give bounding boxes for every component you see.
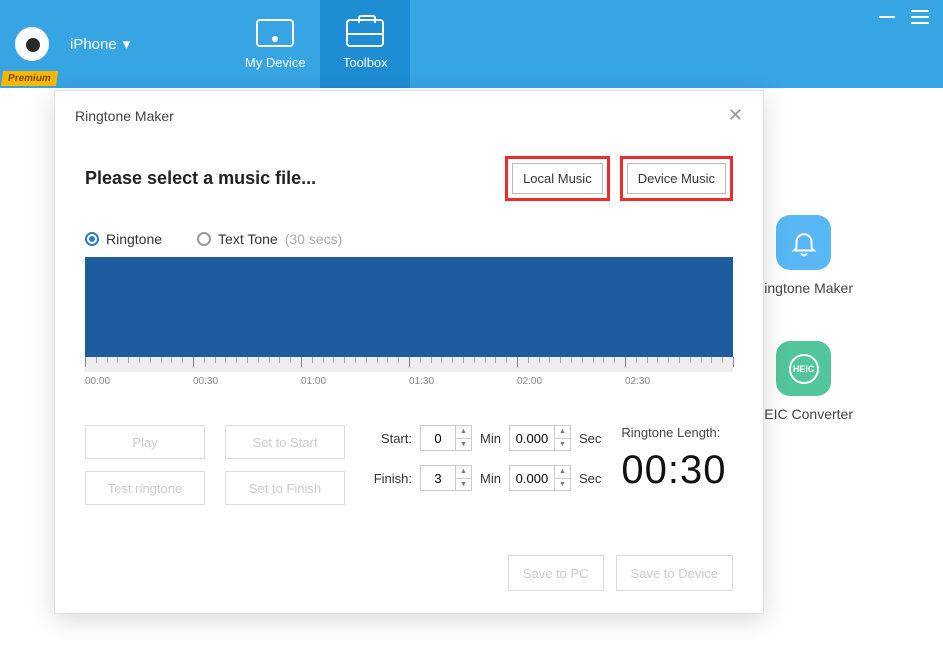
chevron-down-icon: ▾ — [123, 35, 131, 53]
music-source-buttons: Local Music Device Music — [505, 156, 733, 201]
start-label: Start: — [370, 431, 412, 446]
min-unit-2: Min — [480, 471, 501, 486]
start-min-input[interactable] — [421, 426, 455, 450]
set-finish-button[interactable]: Set to Finish — [225, 471, 345, 505]
local-music-button[interactable]: Local Music — [512, 163, 603, 194]
timeline-ruler — [85, 357, 733, 372]
app-ringtone-maker[interactable]: Ringtone Maker — [754, 215, 853, 296]
ringtone-length-value: 00:30 — [621, 448, 726, 493]
highlight-device-music: Device Music — [620, 156, 733, 201]
nav-toolbox[interactable]: Toolbox — [320, 0, 410, 88]
ringtone-maker-dialog: Ringtone Maker ✕ Please select a music f… — [54, 90, 764, 614]
time-tick-label: 01:30 — [409, 376, 434, 387]
radio-unchecked-icon — [197, 232, 211, 246]
radio-ringtone[interactable]: Ringtone — [85, 231, 162, 247]
sec-unit-2: Sec — [579, 471, 601, 486]
app-ringtone-maker-label: Ringtone Maker — [754, 280, 853, 296]
tone-type-radios: Ringtone Text Tone (30 secs) — [85, 231, 733, 247]
waveform-area[interactable] — [85, 257, 733, 357]
main-nav: My Device Toolbox — [230, 0, 410, 88]
close-icon[interactable]: ✕ — [728, 105, 743, 126]
play-button[interactable]: Play — [85, 425, 205, 459]
highlight-local-music: Local Music — [505, 156, 610, 201]
device-selector[interactable]: iPhone ▾ — [64, 0, 140, 88]
save-to-device-button[interactable]: Save to Device — [616, 555, 733, 591]
nav-toolbox-label: Toolbox — [343, 55, 388, 70]
app-heic-converter[interactable]: HEIC HEIC Converter — [754, 341, 853, 422]
radio-texttone-label: Text Tone — [218, 231, 278, 247]
app-logo: Premium — [0, 0, 64, 88]
device-music-button[interactable]: Device Music — [627, 163, 726, 194]
finish-sec-spinner[interactable]: ▲▼ — [554, 466, 570, 490]
premium-badge: Premium — [1, 71, 58, 86]
time-tick-label: 00:30 — [193, 376, 218, 387]
finish-sec-input[interactable] — [510, 466, 554, 490]
time-tick-label: 02:30 — [625, 376, 650, 387]
radio-texttone-sub: (30 secs) — [285, 231, 343, 247]
finish-min-input[interactable] — [421, 466, 455, 490]
save-to-pc-button[interactable]: Save to PC — [508, 555, 604, 591]
timeline-labels: 00:00 00:30 01:00 01:30 02:00 02:30 — [85, 376, 733, 390]
menu-icon[interactable] — [911, 10, 929, 24]
app-heic-converter-label: HEIC Converter — [754, 406, 853, 422]
set-start-button[interactable]: Set to Start — [225, 425, 345, 459]
nav-my-device-label: My Device — [245, 55, 306, 70]
start-sec-input[interactable] — [510, 426, 554, 450]
test-ringtone-button[interactable]: Test ringtone — [85, 471, 205, 505]
top-bar: Premium iPhone ▾ My Device Toolbox — [0, 0, 943, 88]
controls-row: Play Test ringtone Set to Start Set to F… — [85, 425, 733, 505]
side-apps: Ringtone Maker HEIC HEIC Converter — [754, 215, 853, 422]
nav-my-device[interactable]: My Device — [230, 0, 320, 88]
radio-checked-icon — [85, 232, 99, 246]
time-tick-label: 00:00 — [85, 376, 110, 387]
select-music-heading: Please select a music file... — [85, 168, 316, 189]
dialog-footer: Save to PC Save to Device — [55, 525, 763, 613]
min-unit: Min — [480, 431, 501, 446]
toolbox-icon — [346, 19, 384, 47]
finish-label: Finish: — [370, 471, 412, 486]
time-tick-label: 02:00 — [517, 376, 542, 387]
start-min-spinner[interactable]: ▲▼ — [455, 426, 471, 450]
logo-icon — [15, 27, 49, 61]
tablet-icon — [256, 19, 294, 47]
dialog-title: Ringtone Maker — [75, 108, 174, 124]
radio-ringtone-label: Ringtone — [106, 231, 162, 247]
time-tick-label: 01:00 — [301, 376, 326, 387]
heic-icon: HEIC — [776, 341, 831, 396]
heic-badge-text: HEIC — [789, 354, 819, 384]
ringtone-length-label: Ringtone Length: — [621, 425, 726, 440]
minimize-icon[interactable] — [879, 16, 895, 18]
radio-texttone[interactable]: Text Tone (30 secs) — [197, 231, 342, 247]
finish-min-spinner[interactable]: ▲▼ — [455, 466, 471, 490]
bell-icon — [776, 215, 831, 270]
dialog-header: Ringtone Maker ✕ — [55, 91, 763, 136]
start-sec-spinner[interactable]: ▲▼ — [554, 426, 570, 450]
device-selector-label: iPhone — [70, 36, 117, 53]
sec-unit: Sec — [579, 431, 601, 446]
